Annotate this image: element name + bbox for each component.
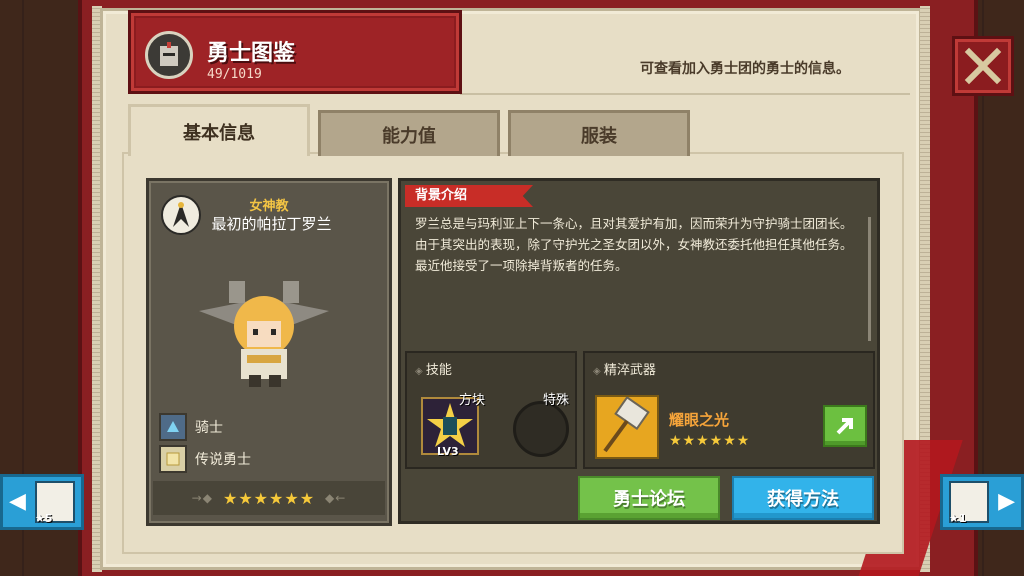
next-hero-avatar: ★1: [949, 481, 989, 525]
close-icon: [964, 47, 1002, 85]
hero-faction: 女神教: [249, 199, 289, 214]
obtain-method-button[interactable]: 获得方法: [732, 476, 874, 520]
hero-forum-button[interactable]: 勇士论坛: [578, 476, 720, 520]
weapon-name: 耀眼之光: [669, 411, 730, 429]
previous-hero-avatar: ★5: [35, 481, 75, 525]
skill-level: LV3: [437, 445, 459, 458]
special-skill-label: 特殊: [543, 393, 570, 408]
hero-card: 女神教 最初的帕拉丁罗兰 骑士 传说勇士 →◆ ★★★★★★ ◆←: [146, 178, 392, 526]
next-hero-stars: ★1: [949, 512, 967, 525]
chevron-right-icon: ▶: [998, 489, 1015, 514]
weapon-stars: ★★★★★★: [669, 433, 751, 449]
star-right-ornament: ◆←: [325, 491, 347, 505]
legend-rank-icon: [159, 445, 187, 473]
collection-count: 49/1019: [207, 67, 262, 82]
class-label: 骑士: [195, 420, 223, 436]
hammer-weapon-icon: [603, 395, 650, 453]
tab-costume[interactable]: 服装: [508, 110, 690, 156]
chevron-left-icon: ◀: [9, 489, 26, 514]
skill-name: 方块: [459, 393, 486, 408]
tab-stats[interactable]: 能力值: [318, 110, 500, 156]
knight-class-icon: [159, 413, 187, 441]
page-title: 勇士图鉴: [207, 41, 296, 66]
hero-stars: ★★★★★★: [222, 488, 316, 508]
hero-name: 最初的帕拉丁罗兰: [211, 215, 332, 233]
class-row: 骑士: [159, 413, 223, 441]
background-section-title: 背景介绍: [405, 185, 533, 207]
helmet-icon: [145, 31, 193, 79]
next-hero-button[interactable]: ★1 ▶: [940, 474, 1024, 530]
skills-box: 技能 方块 LV3 特殊: [405, 351, 577, 469]
weapon-title: 精淬武器: [593, 359, 656, 378]
goddess-faith-icon: [161, 195, 201, 235]
weapon-box: 精淬武器 耀眼之光 ★★★★★★: [583, 351, 875, 469]
rank-row: 传说勇士: [159, 445, 251, 473]
tab-basic-info[interactable]: 基本信息: [128, 104, 310, 156]
rank-label: 传说勇士: [195, 452, 251, 468]
skills-title: 技能: [415, 359, 452, 378]
previous-hero-stars: ★5: [35, 512, 53, 525]
weapon-slot[interactable]: [595, 395, 659, 459]
weapon-detail-button[interactable]: [823, 405, 867, 447]
close-button[interactable]: [952, 36, 1014, 96]
header-divider: [460, 93, 910, 95]
info-panel: 背景介绍 罗兰总是与玛利亚上下一条心，且对其爱护有加，因而荣升为守护骑士团团长。…: [398, 178, 880, 524]
arrow-up-right-icon: [836, 418, 853, 435]
story-scrollbar[interactable]: [868, 217, 871, 341]
page-subtitle: 可查看加入勇士团的勇士的信息。: [640, 61, 850, 77]
hero-portrait: [189, 271, 339, 391]
star-left-ornament: →◆: [191, 491, 213, 505]
special-skill-slot[interactable]: [513, 401, 569, 457]
title-tag: 勇士图鉴 49/1019: [128, 10, 462, 94]
hero-star-rating: →◆ ★★★★★★ ◆←: [153, 481, 385, 515]
previous-hero-button[interactable]: ◀ ★5: [0, 474, 84, 530]
background-story: 罗兰总是与玛利亚上下一条心，且对其爱护有加，因而荣升为守护骑士团团长。由于其突出…: [415, 216, 853, 273]
